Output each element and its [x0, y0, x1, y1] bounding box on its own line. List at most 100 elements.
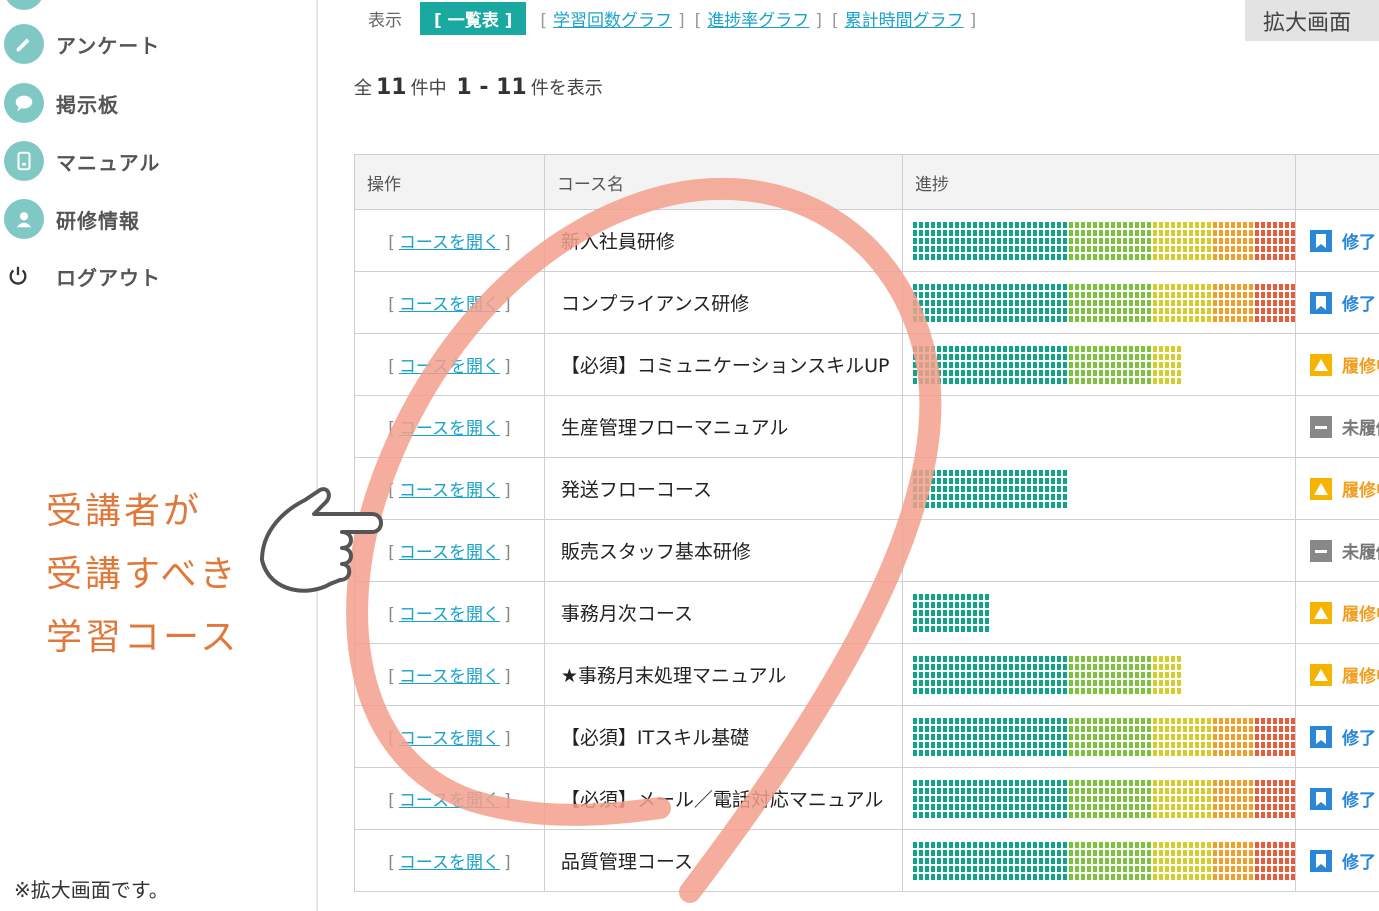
status-label: 修了	[1342, 295, 1376, 315]
progress-segment	[966, 345, 971, 384]
progress-segment	[942, 655, 947, 694]
progress-segment	[1092, 283, 1097, 322]
progress-segment	[1092, 841, 1097, 880]
progress-segment	[1044, 345, 1049, 384]
progress-bar	[912, 779, 1295, 818]
progress-segment	[966, 593, 971, 632]
progress-segment	[972, 283, 977, 322]
progress-segment	[1128, 717, 1133, 756]
sidebar-item-logout[interactable]: ログアウト	[0, 254, 300, 298]
progress-segment	[936, 593, 941, 632]
open-course-link[interactable]: コースを開く	[399, 357, 500, 377]
progress-segment	[936, 469, 941, 508]
progress-segment	[1200, 221, 1205, 260]
open-course-link[interactable]: コースを開く	[399, 729, 500, 749]
progress-segment	[1056, 779, 1061, 818]
sidebar-item-training-info[interactable]: 研修情報	[0, 197, 300, 241]
progress-segment	[954, 593, 959, 632]
progress-segment	[1248, 221, 1253, 260]
progress-segment	[942, 779, 947, 818]
progress-segment	[1146, 221, 1151, 260]
progress-segment	[1116, 841, 1121, 880]
progress-segment	[942, 345, 947, 384]
progress-segment	[1092, 779, 1097, 818]
progress-segment	[1032, 717, 1037, 756]
progress-segment	[1080, 717, 1085, 756]
progress-segment	[1044, 221, 1049, 260]
progress-segment	[1080, 345, 1085, 384]
tab-total-time-graph[interactable]: [累計時間グラフ]	[832, 6, 976, 31]
progress-segment	[1110, 221, 1115, 260]
progress-segment	[1044, 717, 1049, 756]
progress-segment	[1272, 221, 1277, 260]
progress-segment	[912, 593, 917, 632]
progress-segment	[1212, 841, 1217, 880]
progress-segment	[1056, 221, 1061, 260]
progress-segment	[930, 655, 935, 694]
open-course-link[interactable]: コースを開く	[399, 295, 500, 315]
progress-segment	[1056, 283, 1061, 322]
progress-segment	[954, 841, 959, 880]
progress-segment	[984, 221, 989, 260]
status-label: 修了	[1342, 853, 1376, 873]
progress-segment	[912, 655, 917, 694]
cell-progress	[901, 581, 1297, 644]
count-mid: 件中	[410, 78, 447, 99]
progress-segment	[1014, 345, 1019, 384]
progress-segment	[1050, 345, 1055, 384]
open-course-link[interactable]: コースを開く	[399, 543, 500, 563]
progress-segment	[1224, 283, 1229, 322]
progress-segment	[1152, 655, 1157, 694]
progress-segment	[1266, 717, 1271, 756]
open-course-link[interactable]: コースを開く	[399, 481, 500, 501]
progress-segment	[1110, 345, 1115, 384]
progress-bar	[912, 655, 1295, 694]
progress-segment	[1152, 221, 1157, 260]
open-course-link[interactable]: コースを開く	[399, 853, 500, 873]
progress-segment	[960, 655, 965, 694]
table-row: [コースを開く] 新入社員研修 修了	[354, 209, 1379, 272]
home-icon[interactable]	[4, 0, 44, 10]
status-label: 履修中	[1342, 605, 1379, 625]
progress-segment	[1008, 779, 1013, 818]
open-course-link[interactable]: コースを開く	[399, 605, 500, 625]
zoom-button[interactable]: 拡大画面	[1245, 0, 1379, 41]
tab-progress-graph[interactable]: [進捗率グラフ]	[695, 6, 822, 31]
link[interactable]: 累計時間グラフ	[845, 11, 964, 31]
sidebar-item-survey[interactable]: アンケート	[0, 22, 300, 66]
open-course-link[interactable]: コースを開く	[399, 233, 500, 253]
progress-segment	[1056, 841, 1061, 880]
cell-status: 履修中	[1295, 581, 1379, 644]
progress-segment	[924, 841, 929, 880]
progress-segment	[1026, 221, 1031, 260]
progress-segment	[1158, 655, 1163, 694]
open-course-link[interactable]: コースを開く	[399, 791, 500, 811]
progress-segment	[1194, 717, 1199, 756]
progress-segment	[1014, 283, 1019, 322]
progress-segment	[1254, 841, 1259, 880]
progress-segment	[1104, 841, 1109, 880]
link[interactable]: 進捗率グラフ	[707, 11, 809, 31]
table-row: [コースを開く] 品質管理コース 修了	[354, 829, 1379, 892]
sidebar-item-board[interactable]: 掲示板	[0, 81, 300, 125]
cell-operation: [コースを開く]	[354, 333, 545, 396]
progress-segment	[936, 779, 941, 818]
progress-segment	[1152, 283, 1157, 322]
progress-segment	[1230, 221, 1235, 260]
progress-segment	[1116, 779, 1121, 818]
progress-segment	[1284, 779, 1289, 818]
footnote: ※拡大画面です。	[14, 878, 169, 902]
progress-segment	[1092, 345, 1097, 384]
link[interactable]: 学習回数グラフ	[553, 11, 672, 31]
open-course-link[interactable]: コースを開く	[399, 667, 500, 687]
progress-segment	[1074, 841, 1079, 880]
status-badge: 履修中	[1308, 662, 1379, 688]
progress-bar	[912, 283, 1295, 322]
tab-study-count-graph[interactable]: [学習回数グラフ]	[540, 6, 684, 31]
open-course-link[interactable]: コースを開く	[399, 419, 500, 439]
progress-segment	[1260, 717, 1265, 756]
sidebar-item-manual[interactable]: マニュアル	[0, 139, 300, 183]
tab-list-view[interactable]: [ 一覧表 ]	[420, 1, 527, 35]
progress-segment	[1146, 283, 1151, 322]
progress-segment	[1218, 283, 1223, 322]
